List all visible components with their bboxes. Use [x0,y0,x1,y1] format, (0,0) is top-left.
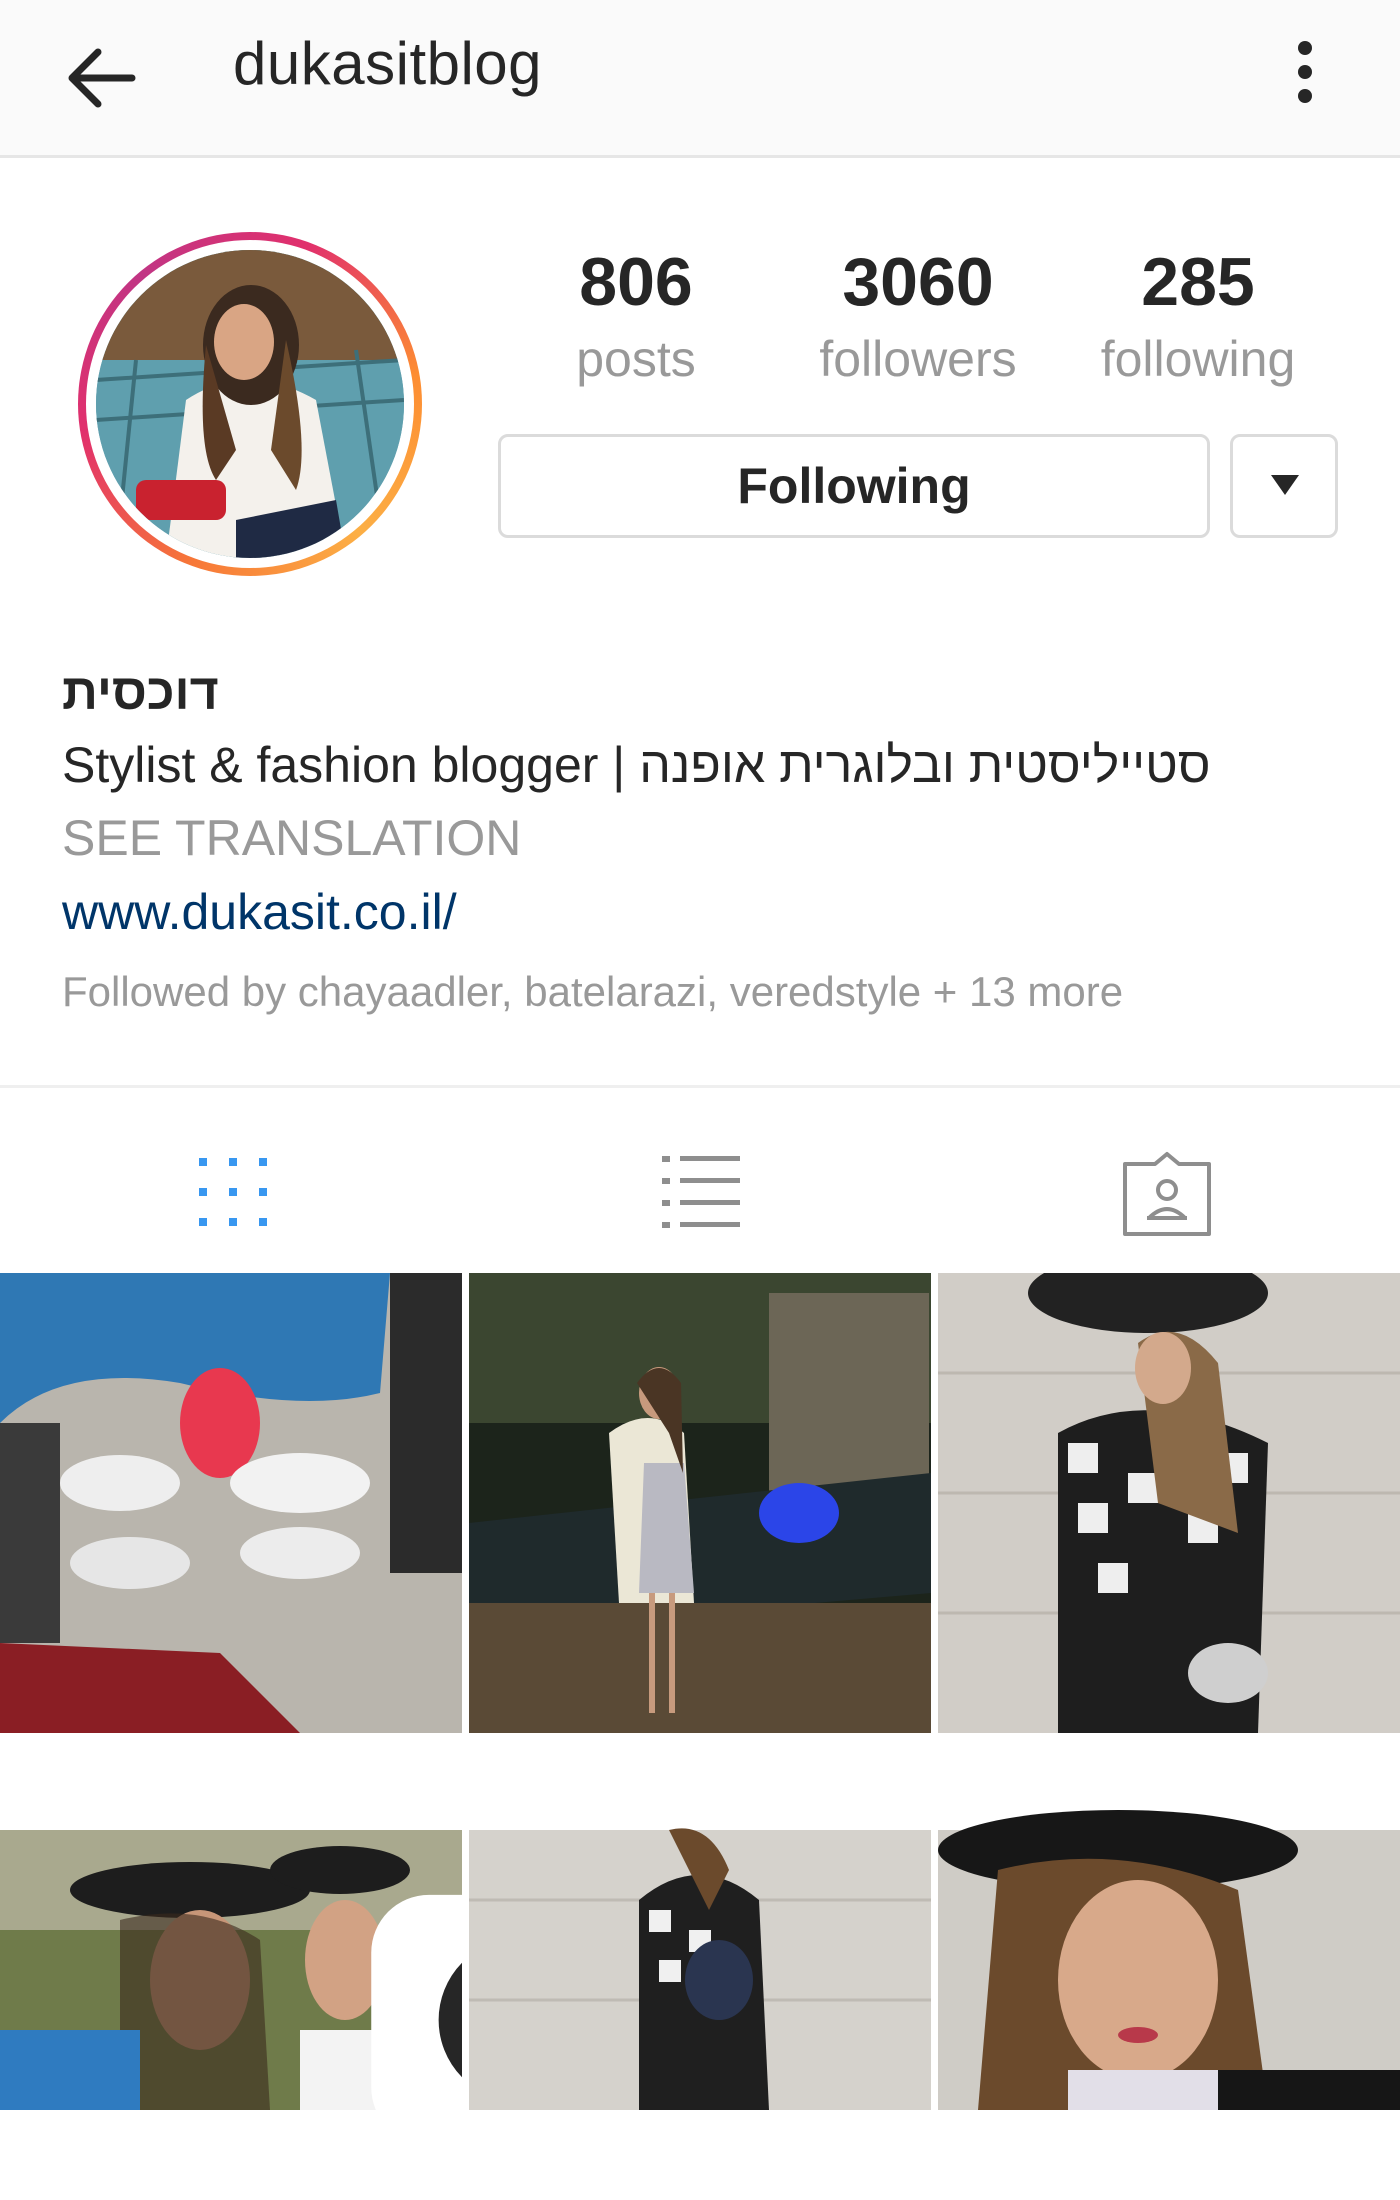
following-button[interactable]: Following [498,434,1210,538]
more-vertical-icon [1298,41,1312,103]
username-title: dukasitblog [233,30,543,97]
video-icon [371,1894,462,2146]
see-translation-link[interactable]: SEE TRANSLATION [62,806,521,870]
followers-count: 3060 [842,244,994,320]
tab-tagged[interactable] [1117,1148,1217,1238]
following-count: 285 [1141,244,1255,320]
following-stat[interactable]: 285 following [1068,240,1328,392]
grid-post[interactable] [938,1273,1400,1733]
tagged-photos-icon [1123,1152,1211,1236]
caret-down-icon [1271,475,1299,495]
followers-stat[interactable]: 3060 followers [788,240,1048,392]
bio-text: Stylist & fashion blogger | סטייליסטית ו… [62,737,1211,793]
tab-grid[interactable] [183,1148,283,1238]
tab-list[interactable] [650,1148,750,1238]
post-thumbnail [938,1810,1400,2110]
grid-post[interactable] [469,1740,931,2200]
post-thumbnail [469,1273,931,1733]
grid-post[interactable] [469,1273,931,1733]
grid-icon [199,1158,267,1226]
posts-label: posts [576,331,696,387]
post-thumbnail [469,1828,931,2110]
photo-grid [0,1273,1400,2146]
suggestions-dropdown-button[interactable] [1230,434,1338,538]
back-button[interactable] [52,28,152,128]
avatar[interactable] [96,250,404,558]
grid-post[interactable] [0,1273,462,1733]
top-app-bar: dukasitblog [0,0,1400,158]
avatar-border [86,240,414,568]
grid-post[interactable] [938,1740,1400,2200]
following-label: following [1100,331,1296,387]
website-link[interactable]: www.dukasit.co.il/ [62,880,457,944]
profile-photo [96,250,404,558]
followed-by-text[interactable]: Followed by chayaadler, batelarazi, vere… [62,964,1123,1020]
posts-stat[interactable]: 806 posts [506,240,766,392]
posts-count: 806 [579,244,693,320]
post-thumbnail [938,1273,1400,1733]
post-thumbnail [0,1273,462,1733]
followers-label: followers [819,331,1017,387]
more-options-button[interactable] [1270,20,1340,120]
full-name: דוכסית [62,664,219,720]
story-ring[interactable] [78,232,422,576]
profile-tabs [0,1085,1400,1273]
arrow-left-icon [68,48,136,108]
list-icon [662,1156,740,1228]
grid-post[interactable] [0,1740,462,2200]
